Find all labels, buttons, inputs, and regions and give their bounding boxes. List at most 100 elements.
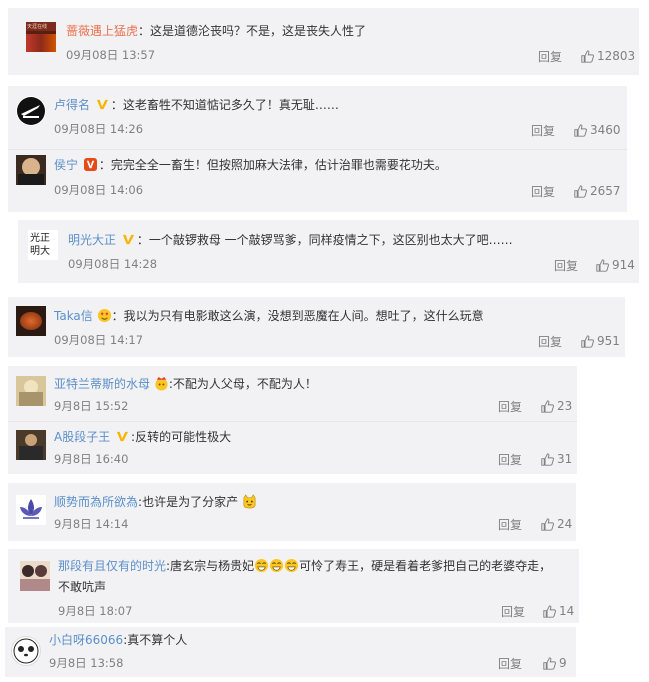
comment-card: 光正明大 明光大正 ：一个敲锣救母 一个敲锣骂爹，同样疫情之下，这区别也太大了吧… (18, 220, 639, 283)
lotus-icon (20, 499, 42, 519)
like-count: 951 (597, 334, 620, 348)
like-count: 914 (612, 258, 635, 272)
comment-text: 完完全全一畜生！但按照加麻大法律，估计治罪也需要花功夫。 (110, 158, 447, 172)
thumbs-up-icon (543, 656, 556, 670)
thumbs-up-icon (541, 452, 554, 466)
verified-v-icon (122, 234, 134, 245)
avatar[interactable] (16, 96, 46, 126)
timestamp: 9月8日 16:40 (54, 452, 129, 466)
avatar[interactable] (16, 376, 46, 406)
like-button[interactable]: 2657 (574, 184, 621, 198)
verified-v-icon (116, 431, 129, 442)
thumbs-up-icon (574, 123, 587, 137)
reply-button[interactable]: 回复 (498, 398, 522, 415)
comment-card: 天涯在线 蔷薇遇上猛虎：这是道德沦丧吗？不是，这是丧失人性了 09月08日 13… (8, 8, 639, 75)
reply-button[interactable]: 回复 (531, 122, 555, 139)
username[interactable]: A股段子王 (54, 430, 110, 444)
username[interactable]: Taka信 (54, 309, 93, 323)
reply-button[interactable]: 回复 (501, 603, 525, 620)
card-divider (8, 421, 577, 422)
like-button[interactable]: 14 (543, 604, 574, 618)
timestamp: 09月08日 13:57 (66, 48, 156, 62)
username[interactable]: 小白呀66066 (49, 633, 123, 647)
like-button[interactable]: 24 (541, 517, 572, 531)
reply-button[interactable]: 回复 (554, 257, 578, 274)
like-count: 2657 (590, 184, 621, 198)
username[interactable]: 明光大正 (68, 233, 116, 247)
username[interactable]: 卢得名 (54, 98, 90, 112)
comment-card: Taka信 ：我以为只有电影敢这么演，没想到恶魔在人间。想吐了，这什么玩意 09… (8, 297, 625, 357)
avatar-label: 天涯在线 (27, 24, 48, 30)
thumbs-up-icon (541, 399, 554, 413)
reply-button[interactable]: 回复 (498, 655, 522, 672)
comment-card: 那段有且仅有的时光:唐玄宗与杨贵妃 可怜了寿王，硬是看着老爹把自己的老婆夺走， 不… (8, 549, 579, 623)
reply-button[interactable]: 回复 (498, 516, 522, 533)
avatar[interactable] (16, 306, 46, 336)
comment-text-cont: 可怜了寿王，硬是看着老爹把自己的老婆夺走， (299, 559, 552, 573)
avatar[interactable] (16, 155, 46, 185)
timestamp: 9月8日 18:07 (58, 604, 133, 618)
reply-button[interactable]: 回复 (538, 333, 562, 350)
comment-text: 也许是为了分家产 (142, 495, 239, 509)
comment-text-wrap: 不敢吭声 (58, 580, 107, 594)
reply-button[interactable]: 回复 (538, 48, 562, 65)
card-divider (8, 149, 627, 150)
timestamp: 9月8日 15:52 (54, 399, 129, 413)
username[interactable]: 侯宁 (54, 158, 78, 172)
like-count: 3460 (590, 123, 621, 137)
like-button[interactable]: 951 (581, 334, 620, 348)
comment-card: 亚特兰蒂斯的水母 :不配为人父母，不配为人！ 9月8日 15:52 回复 23 … (8, 366, 577, 474)
comment-text: 唐玄宗与杨贵妃 (170, 559, 255, 573)
comment-text: 这老畜牲不知道惦记多久了！真无耻…… (122, 98, 339, 112)
avatar[interactable] (11, 636, 41, 666)
like-count: 9 (559, 656, 567, 670)
avatar[interactable] (16, 495, 46, 525)
comment-text: 反转的可能性极大 (135, 430, 232, 444)
timestamp: 09月08日 14:28 (68, 257, 158, 271)
like-button[interactable]: 12803 (581, 49, 635, 63)
comment-text: 真不算个人 (127, 633, 188, 647)
thumbs-up-icon (581, 334, 594, 348)
thumbs-up-icon (543, 604, 556, 618)
thumbs-up-icon (581, 49, 594, 63)
comment-card: 小白呀66066:真不算个人 9月8日 13:58 回复 9 (5, 627, 576, 677)
avatar[interactable]: 光正明大 (28, 230, 58, 260)
heart-eyes-emoji-icon (97, 308, 111, 323)
like-button[interactable]: 31 (541, 452, 572, 466)
timestamp: 09月08日 14:17 (54, 333, 144, 347)
avatar-logo-icon (17, 97, 45, 125)
reply-button[interactable]: 回复 (531, 183, 555, 200)
avatar[interactable] (16, 430, 46, 460)
like-count: 12803 (597, 49, 636, 63)
username[interactable]: 顺势而為所欲為 (54, 495, 138, 509)
like-button[interactable]: 23 (541, 399, 572, 413)
like-button[interactable]: 9 (543, 656, 567, 670)
panda-icon (13, 638, 39, 664)
reply-button[interactable]: 回复 (498, 451, 522, 468)
avatar[interactable] (20, 561, 50, 591)
thumbs-up-icon (596, 258, 609, 272)
grin-emoji-icon (255, 558, 269, 573)
like-count: 14 (559, 604, 575, 618)
comment-text: 不配为人父母，不配为人！ (172, 377, 317, 391)
timestamp: 09月08日 14:26 (54, 122, 144, 136)
thumbs-up-icon (541, 517, 554, 531)
like-button[interactable]: 914 (596, 258, 635, 272)
username[interactable]: 那段有且仅有的时光 (58, 559, 166, 573)
comment-text: 一个敲锣救母 一个敲锣骂爹，同样疫情之下，这区别也太大了吧…… (148, 233, 513, 247)
thumbs-up-icon (574, 184, 587, 198)
verified-v-icon (83, 158, 97, 171)
verified-v-icon (96, 99, 108, 110)
timestamp: 09月08日 14:06 (54, 183, 144, 197)
username[interactable]: 蔷薇遇上猛虎 (66, 24, 138, 38)
username[interactable]: 亚特兰蒂斯的水母 (54, 377, 150, 391)
avatar-calligraphy: 光正明大 (30, 233, 50, 257)
avatar[interactable]: 天涯在线 (26, 22, 56, 52)
cat-face-emoji-icon (243, 494, 256, 509)
timestamp: 9月8日 14:14 (54, 517, 129, 531)
comment-card: 顺势而為所欲為:也许是为了分家产 9月8日 14:14 回复 24 (8, 483, 576, 541)
comment-text: 这是道德沦丧吗？不是，这是丧失人性了 (150, 24, 367, 38)
comment-text: 我以为只有电影敢这么演，没想到恶魔在人间。想吐了，这什么玩意 (123, 309, 484, 323)
grin-emoji-icon (270, 558, 284, 573)
like-button[interactable]: 3460 (574, 123, 621, 137)
